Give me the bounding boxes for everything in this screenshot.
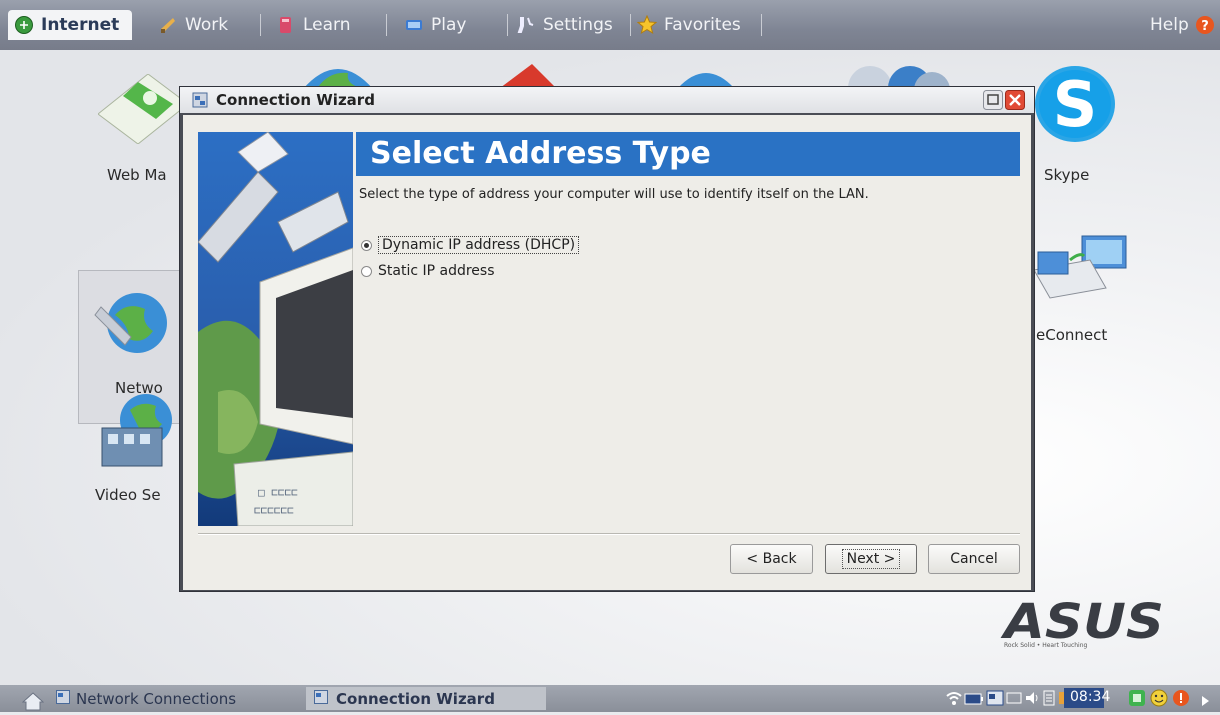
learn-icon [276,15,296,35]
desktop-label: eConnect [1036,326,1108,344]
web-mail-icon[interactable] [97,73,189,148]
svg-text:?: ? [1201,19,1209,34]
smiley-icon[interactable] [1150,689,1168,711]
dialog-title: Connection Wizard [216,91,375,109]
skype-icon[interactable]: S [1030,64,1120,150]
tab-internet[interactable]: Internet [8,10,132,40]
wizard-header: Select Address Type [356,132,1020,176]
globe-icon [14,15,34,35]
tab-separator [507,14,508,36]
tab-label: Internet [41,15,120,35]
back-button[interactable]: < Back [730,544,813,574]
play-icon [404,15,424,35]
option-dhcp[interactable]: Dynamic IP address (DHCP) [361,236,580,254]
taskbar: Network Connections Connection Wizard 08… [0,685,1220,712]
tab-separator [630,14,631,36]
desktop-label: Video Se [95,486,161,504]
tab-label: Work [185,15,229,35]
video-search-icon[interactable] [96,390,186,474]
tab-work[interactable]: Work [158,10,228,40]
green-status-icon[interactable] [1128,689,1146,711]
wizard-description: Select the type of address your computer… [359,187,869,202]
tab-favorites[interactable]: Favorites [636,10,741,40]
cancel-button[interactable]: Cancel [928,544,1020,574]
dialog-titlebar[interactable]: Connection Wizard [180,87,1034,113]
network-app-icon [56,689,70,708]
home-icon[interactable] [21,691,45,715]
network-icon [93,285,173,369]
tab-label: Favorites [664,15,741,35]
desktop-label: Skype [1044,166,1090,184]
star-icon [636,14,658,35]
option-static-ip[interactable]: Static IP address [361,263,495,279]
work-icon [158,15,178,35]
task-connection-wizard[interactable]: Connection Wizard [306,687,546,710]
battery-icon[interactable] [964,691,984,710]
asus-tagline: Rock Solid • Heart Touching [1004,642,1088,649]
tab-separator [386,14,387,36]
option-label[interactable]: Dynamic IP address (DHCP) [378,236,580,254]
storage-icon[interactable] [1042,690,1056,710]
settings-icon [516,15,536,35]
dialog-client-area: □ ⊏⊏⊏⊏ ⊏⊏⊏⊏⊏⊏ Select Address Type Select… [183,115,1031,590]
close-icon[interactable] [1005,90,1025,114]
tab-separator [260,14,261,36]
task-network-connections[interactable]: Network Connections [56,687,246,710]
tab-settings[interactable]: Settings [516,10,613,40]
volume-icon[interactable] [1024,690,1040,710]
network-status-icon[interactable] [986,690,1004,710]
connection-wizard-dialog: Connection Wizard □ ⊏⊏⊏⊏ ⊏⊏⊏⊏⊏⊏ Select A… [179,86,1035,592]
svg-text:S: S [1053,68,1098,141]
tab-label: Play [431,15,467,35]
tab-label: Learn [303,15,351,35]
maximize-icon[interactable] [983,90,1003,114]
wizard-side-image: □ ⊏⊏⊏⊏ ⊏⊏⊏⊏⊏⊏ [198,132,353,526]
network-app-icon [314,689,328,708]
tab-separator [761,14,762,36]
option-label[interactable]: Static IP address [378,263,495,279]
arrow-right-icon[interactable] [1200,692,1210,711]
help-label: Help [1150,15,1189,35]
radio-unselected-icon[interactable] [361,265,372,277]
tab-learn[interactable]: Learn [276,10,351,40]
button-divider [198,533,1020,535]
wifi-icon[interactable] [946,690,962,710]
tab-label: Settings [543,15,613,35]
clock[interactable]: 08:34 [1070,689,1110,705]
help-button[interactable]: Help ? [1150,10,1215,40]
task-label: Network Connections [76,689,237,708]
radio-selected-icon[interactable] [361,239,372,251]
next-button-label: Next > [841,549,901,569]
desktop-label: Web Ma [107,166,167,184]
task-label: Connection Wizard [336,689,495,708]
help-icon: ? [1195,15,1215,35]
asus-logo: ASUS [1000,594,1170,662]
next-button[interactable]: Next > [825,544,917,574]
alert-icon[interactable] [1172,689,1190,711]
top-menu-bar: Internet Work Learn Play Settings Favori… [0,0,1220,50]
econnect-icon[interactable] [1030,230,1130,304]
svg-text:□ ⊏⊏⊏⊏: □ ⊏⊏⊏⊏ [258,486,298,499]
tab-play[interactable]: Play [404,10,466,40]
wizard-title: Select Address Type [370,136,711,171]
keyboard-icon[interactable] [1006,690,1022,710]
svg-text:⊏⊏⊏⊏⊏⊏: ⊏⊏⊏⊏⊏⊏ [254,504,294,517]
network-app-icon [192,92,208,112]
